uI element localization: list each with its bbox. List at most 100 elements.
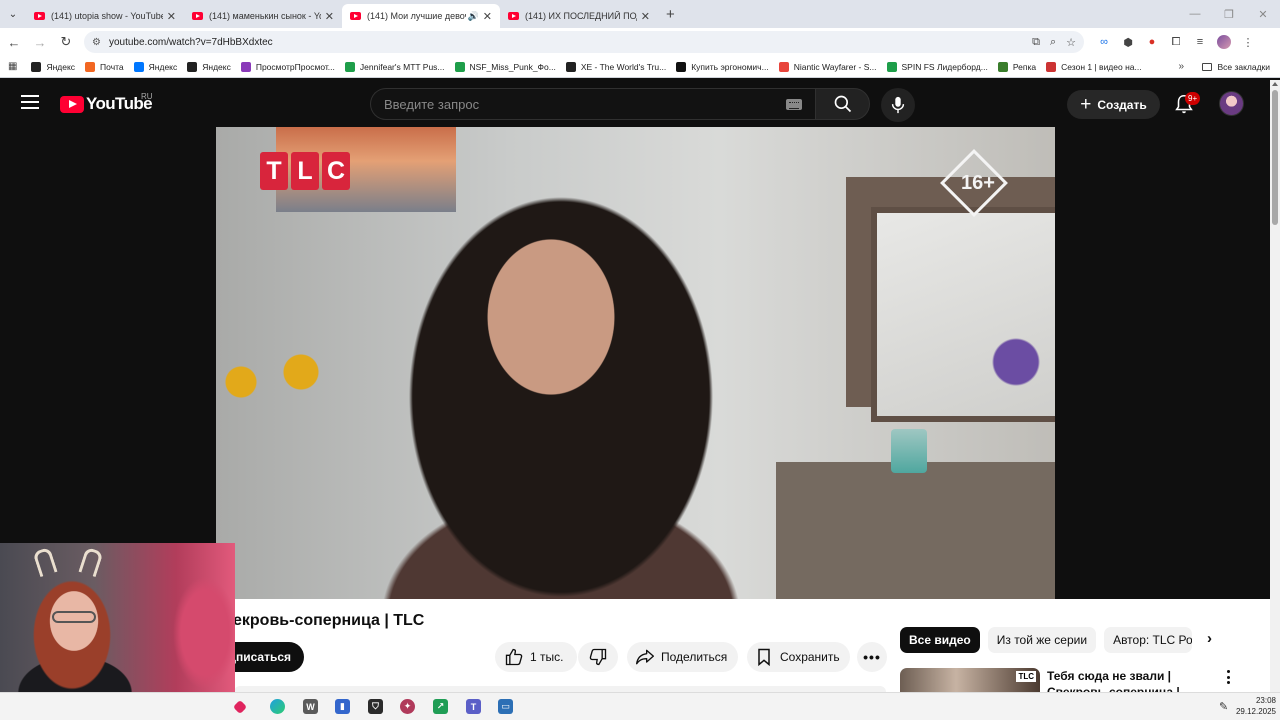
notification-count-badge: 9+ (1185, 92, 1201, 105)
bookmarks-bar: ▦ Яндекс Почта Яндекс Яндекс ПросмотрПросмот… (0, 56, 1280, 78)
taskbar-chart-app-icon[interactable]: ▮ (335, 699, 350, 714)
dislike-button[interactable] (578, 642, 618, 672)
bookmark-label: ПросмотрПросмот... (255, 61, 335, 72)
browser-toolbar: ← → ↻ ⚙ youtube.com/watch?v=7dHbBXdxtec … (0, 28, 1280, 56)
all-bookmarks-button[interactable]: Все закладки (1202, 62, 1270, 72)
keyboard-icon[interactable] (786, 98, 802, 110)
bookmark-item[interactable]: Купить эргономич... (676, 61, 769, 72)
save-label: Сохранить (780, 650, 840, 664)
bookmark-item[interactable]: Яндекс (187, 61, 231, 72)
taskbar-edge-icon[interactable] (270, 699, 285, 714)
bookmark-item[interactable]: ПросмотрПросмот... (240, 61, 335, 72)
apps-grid-icon[interactable]: ▦ (8, 61, 17, 72)
bookmark-item[interactable]: Jennifear's MTT Pus... (344, 61, 445, 72)
browser-menu-icon[interactable]: ⋮ (1236, 36, 1260, 49)
search-button[interactable] (815, 88, 870, 120)
restore-icon[interactable]: ❐ (1212, 0, 1246, 28)
close-window-icon[interactable]: ✕ (1246, 0, 1280, 28)
youtube-logo[interactable]: YouTube (60, 94, 153, 114)
reload-icon[interactable]: ↻ (54, 30, 78, 54)
search-box[interactable] (370, 88, 815, 120)
extension-area: ∞ ⬢ ● ⧠ ≡ ⋮ (1092, 35, 1260, 49)
browser-tab-4[interactable]: (141) ИХ ПОСЛЕДНИЙ ПОДАР ✕ (500, 4, 658, 28)
folder-icon (1202, 62, 1213, 71)
taskbar-clock[interactable]: 23:08 29.12.2025 (1230, 695, 1276, 717)
tab-close-icon[interactable]: ✕ (167, 10, 176, 23)
bookmark-item[interactable]: Niantic Wayfarer - S... (778, 61, 877, 72)
bookmark-label: XE - The World's Tru... (580, 61, 667, 72)
forward-arrow-icon[interactable]: → (28, 30, 52, 54)
tab-close-icon[interactable]: ✕ (641, 10, 650, 23)
bookmark-favicon-icon (240, 61, 251, 72)
chevron-right-icon[interactable]: › (1207, 630, 1225, 650)
taskbar-shield-app-icon[interactable]: ⛉ (368, 699, 383, 714)
save-button[interactable]: Сохранить (747, 642, 850, 672)
bookmark-favicon-icon (187, 61, 198, 72)
bookmark-item[interactable]: XE - The World's Tru... (565, 61, 667, 72)
scroll-up-arrow-icon[interactable] (1272, 82, 1278, 86)
extension-infinity-icon[interactable]: ∞ (1092, 36, 1116, 48)
bookmark-item[interactable]: Сезон 1 | видео на... (1046, 61, 1142, 72)
account-avatar[interactable] (1219, 91, 1244, 116)
create-button[interactable]: + Создать (1067, 90, 1160, 119)
tab-close-icon[interactable]: ✕ (483, 10, 492, 23)
recommendation-title[interactable]: Тебя сюда не звали | Свекровь-соперница … (1047, 668, 1197, 692)
new-tab-plus-icon[interactable]: + (666, 6, 675, 23)
taskbar-green-app-icon[interactable]: ↗ (433, 699, 448, 714)
tab-close-icon[interactable]: ✕ (325, 10, 334, 23)
taskbar-wordpad-icon[interactable]: W (303, 699, 318, 714)
chip-author[interactable]: Автор: TLC Рос (1104, 627, 1193, 653)
chip-same-series[interactable]: Из той же серии (987, 627, 1097, 653)
address-bar[interactable]: ⚙ youtube.com/watch?v=7dHbBXdxtec ⧉ ⌕ ☆ (84, 31, 1084, 53)
extension-opera-icon[interactable]: ● (1140, 36, 1164, 48)
profile-mini-avatar[interactable] (1212, 35, 1236, 49)
bookmark-label: Яндекс (202, 61, 231, 72)
bookmark-favicon-icon (886, 61, 897, 72)
bookmarks-overflow-icon[interactable]: » (1178, 61, 1184, 72)
taskbar-teams-icon[interactable]: T (466, 699, 481, 714)
bookmark-item[interactable]: NSF_Miss_Punk_Фо... (454, 61, 556, 72)
voice-search-button[interactable] (881, 88, 915, 122)
chip-all-videos[interactable]: Все видео (900, 627, 980, 653)
install-app-icon[interactable]: ⧉ (1032, 36, 1040, 49)
scrollbar-thumb[interactable] (1272, 90, 1278, 225)
browser-tab-2[interactable]: (141) маменькин сынок - YouT ✕ (184, 4, 342, 28)
extensions-puzzle-icon[interactable]: ⧠ (1164, 36, 1188, 49)
url-text[interactable]: youtube.com/watch?v=7dHbBXdxtec (109, 37, 1022, 48)
share-button[interactable]: Поделиться (627, 642, 738, 672)
bookmark-label: Репка (1012, 61, 1037, 72)
tray-pen-icon[interactable]: ✎ (1219, 700, 1228, 713)
bookmark-item[interactable]: SPIN FS Лидерборд... (886, 61, 988, 72)
recommendation-thumbnail[interactable]: TLC (900, 668, 1040, 692)
bookmark-item[interactable]: Репка (997, 61, 1037, 72)
browser-tab-3-active[interactable]: (141) Мои лучшие девочк 🔊 ✕ (342, 4, 500, 28)
bookmark-list: Яндекс Почта Яндекс Яндекс ПросмотрПросмот..… (31, 61, 1151, 72)
zoom-icon[interactable]: ⌕ (1050, 36, 1056, 49)
plus-icon: + (1080, 94, 1092, 115)
bookmark-save-icon (758, 648, 770, 667)
more-actions-button[interactable]: ••• (857, 642, 887, 672)
bookmark-star-icon[interactable]: ☆ (1066, 36, 1076, 49)
site-info-icon[interactable]: ⚙ (92, 37, 101, 48)
recommendation-menu-icon[interactable] (1222, 668, 1234, 686)
page-scrollbar[interactable] (1270, 80, 1280, 692)
bookmark-item[interactable]: Яндекс (133, 61, 177, 72)
tlc-letter: C (322, 152, 350, 190)
bookmark-item[interactable]: Почта (85, 61, 124, 72)
like-button[interactable]: 1 тыс. (495, 642, 577, 672)
back-arrow-icon[interactable]: ← (2, 30, 26, 54)
browser-tab-1[interactable]: (141) utopia show - YouTube ✕ (26, 4, 184, 28)
search-input[interactable] (384, 96, 786, 112)
guide-menu-icon[interactable] (21, 95, 39, 109)
media-controls-icon[interactable]: ≡ (1188, 36, 1212, 48)
minimize-icon[interactable]: — (1178, 0, 1212, 28)
like-count: 1 тыс. (530, 650, 564, 664)
taskbar-window-app-icon[interactable]: ▭ (498, 699, 513, 714)
taskbar-game-app-icon[interactable]: ✦ (400, 699, 415, 714)
tab-search-chevron-icon[interactable]: ⌄ (0, 0, 26, 28)
video-player[interactable]: T L C 16+ (216, 127, 1055, 599)
extension-shield-icon[interactable]: ⬢ (1116, 36, 1140, 49)
tab-audio-speaker-icon[interactable]: 🔊 (468, 11, 479, 22)
bookmark-label: Jennifear's MTT Pus... (359, 61, 445, 72)
bookmark-item[interactable]: Яндекс (31, 61, 75, 72)
